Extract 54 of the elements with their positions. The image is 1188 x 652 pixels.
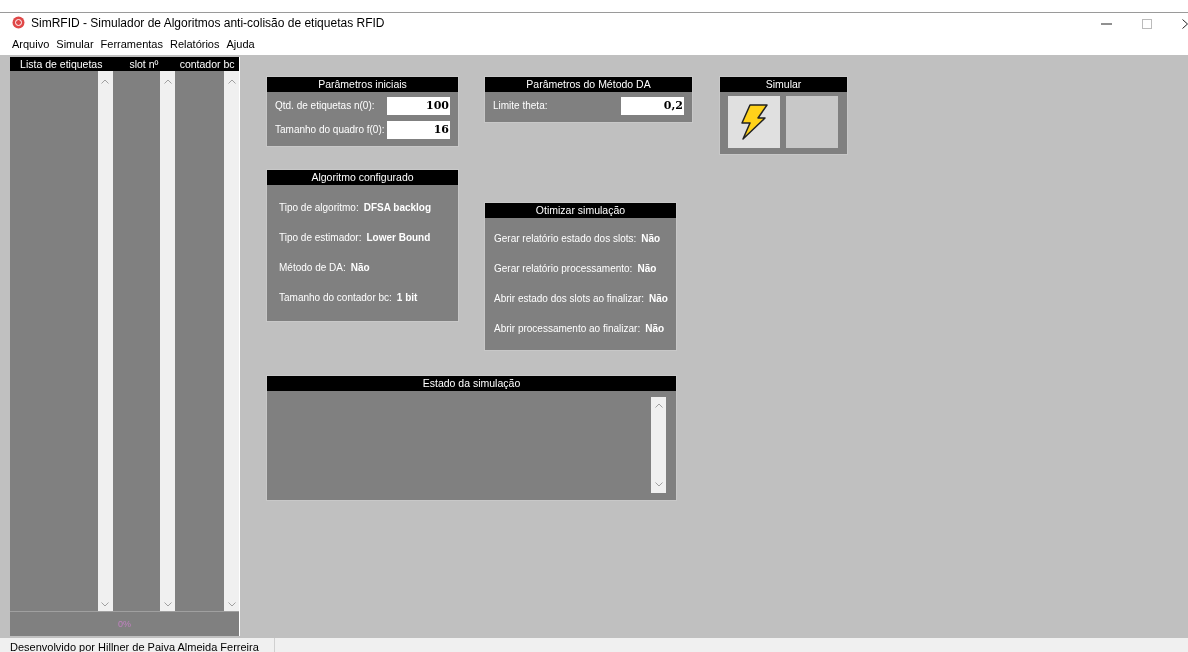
number-field[interactable]: 16 (387, 120, 450, 139)
field-label: Limite theta: (493, 100, 548, 112)
info-label: Abrir estado dos slots ao finalizar: (494, 293, 645, 305)
info-label: Tipo de estimador: (279, 232, 362, 244)
menu-item[interactable]: Arquivo (12, 37, 50, 50)
scrollbar[interactable] (97, 70, 113, 612)
info-value: Não (649, 293, 668, 305)
lightning-icon (738, 103, 770, 140)
number-field[interactable]: 0,2 (621, 96, 684, 115)
info-value: Não (645, 323, 665, 335)
menu-item[interactable]: Ferramentas (100, 37, 163, 50)
maximize-icon[interactable] (1142, 19, 1152, 29)
panel-title: Otimizar simulação (485, 202, 676, 218)
scroll-up-icon[interactable] (227, 78, 236, 84)
info-value: Não (637, 263, 657, 275)
panel-title: Simular (720, 76, 847, 92)
simulate-button[interactable] (728, 95, 780, 148)
number-field[interactable]: 100 (387, 96, 450, 115)
info-value: 1 bit (396, 292, 418, 304)
menu-item[interactable]: Relatórios (169, 37, 220, 50)
panel-title: Parâmetros do Método DA (485, 76, 692, 92)
scrollbar[interactable] (651, 396, 666, 493)
info-label: Gerar relatório estado dos slots: (494, 233, 637, 245)
field-label: Tamanho do quadro f(0): (275, 124, 385, 136)
scrollbar[interactable] (160, 70, 176, 612)
menu-item[interactable]: Simular (56, 37, 94, 50)
scroll-up-icon[interactable] (101, 78, 110, 84)
app-icon (12, 16, 25, 30)
column-header: contador bc (178, 57, 236, 70)
info-value: Não (350, 262, 370, 274)
info-value: DFSA backlog (363, 202, 432, 214)
scroll-down-icon[interactable] (227, 602, 236, 608)
panel-title: Parâmetros iniciais (267, 76, 458, 92)
panel-title: Algoritmo configurado (267, 169, 458, 185)
info-value: Não (641, 233, 661, 245)
panel-title: Estado da simulação (267, 375, 676, 391)
scroll-down-icon[interactable] (654, 481, 663, 487)
scroll-down-icon[interactable] (163, 602, 172, 608)
scroll-up-icon[interactable] (163, 78, 172, 84)
info-label: Método de DA: (279, 262, 346, 274)
info-label: Tipo de algoritmo: (279, 202, 359, 214)
close-icon[interactable] (1182, 19, 1188, 29)
column-header: slot nº (128, 57, 160, 70)
scrollbar[interactable] (224, 70, 239, 612)
info-label: Abrir processamento ao finalizar: (494, 323, 641, 335)
info-label: Gerar relatório processamento: (494, 263, 633, 275)
menu-item[interactable]: Ajuda (226, 37, 255, 50)
info-value: Lower Bound (366, 232, 431, 244)
column-header: Lista de etiquetas (19, 57, 104, 70)
info-label: Tamanho do contador bc: (279, 292, 392, 304)
scroll-down-icon[interactable] (101, 602, 110, 608)
field-label: Qtd. de etiquetas n(0): (275, 100, 375, 112)
window-title: SimRFID - Simulador de Algoritmos anti-colisão de etiquetas RFID (31, 15, 385, 30)
scroll-up-icon[interactable] (654, 402, 663, 408)
